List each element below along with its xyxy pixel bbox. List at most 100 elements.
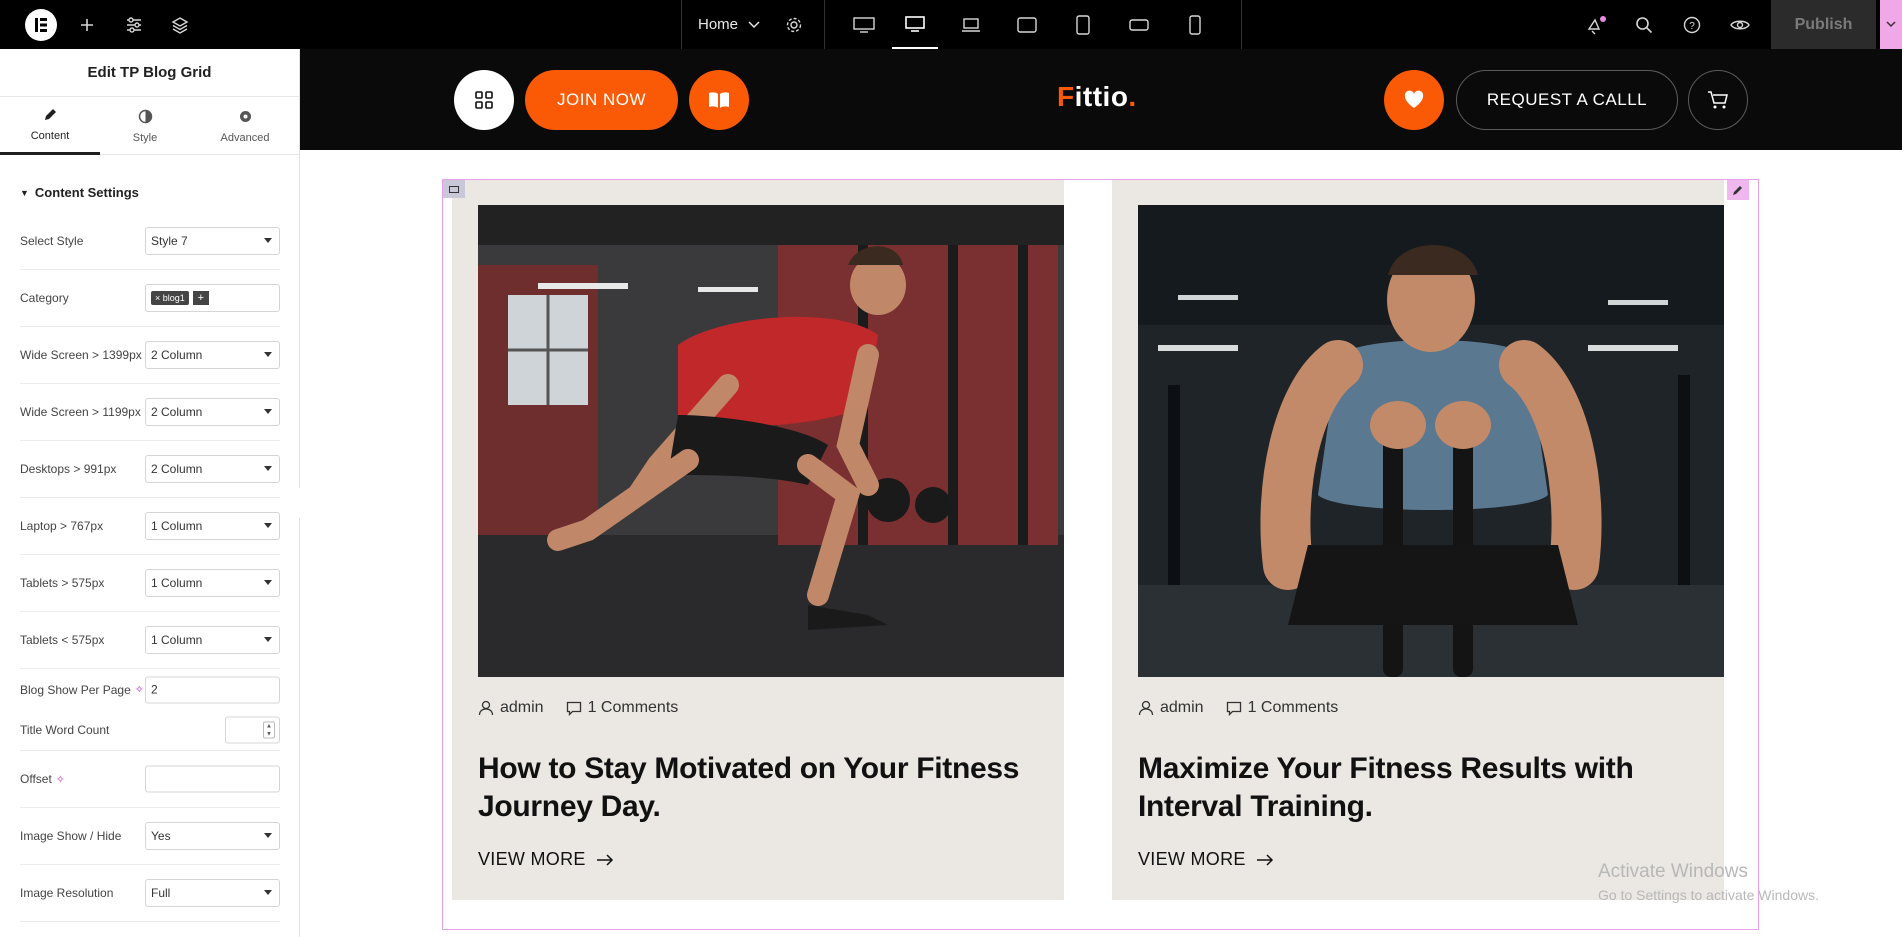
tab-advanced[interactable]: Advanced [195,97,295,155]
join-now-button[interactable]: JOIN NOW [525,70,678,130]
publish-options-chevron-icon[interactable] [1880,0,1902,49]
section-content-settings[interactable]: ▼ Content Settings [20,185,139,200]
control-label: Wide Screen > 1399px [20,348,142,362]
widget-drag-handle-icon[interactable] [443,180,465,198]
tablet-575-up-dropdown[interactable]: 1 Column [145,569,280,597]
edit-widget-pencil-icon[interactable] [1727,180,1749,200]
add-tag-icon[interactable]: + [192,291,209,305]
wide-1199-dropdown[interactable]: 2 Column [145,398,280,426]
search-icon[interactable] [1631,12,1657,38]
dynamic-tags-icon[interactable]: ✧ [135,683,144,696]
device-laptop-icon[interactable] [948,0,994,49]
select-style-dropdown[interactable]: Style 7 [145,227,280,255]
request-call-button[interactable]: REQUEST A CALLL [1456,70,1678,130]
spinner-arrows-icon[interactable]: ▲ ▼ [263,721,275,739]
tablet-575-down-dropdown[interactable]: 1 Column [145,626,280,654]
post-title[interactable]: Maximize Your Fitness Results with Inter… [1138,750,1708,826]
control-image-show: Image Show / Hide Yes [20,808,280,865]
blog-post-image[interactable] [478,205,1064,677]
dropdown-arrow-icon [264,238,272,243]
author-name: admin [500,699,544,716]
dynamic-tags-icon[interactable]: ✧ [56,773,65,786]
publish-button[interactable]: Publish [1771,0,1876,49]
select-value: 2 Column [151,348,203,362]
watermark-line2: Go to Settings to activate Windows. [1598,887,1819,903]
post-comments[interactable]: 1 Comments [566,699,678,717]
device-mobile-landscape-icon[interactable] [1116,0,1162,49]
control-label: Select Style [20,234,84,248]
tab-style[interactable]: Style [95,97,195,155]
tab-content-label: Content [30,129,70,142]
comment-icon [1226,701,1241,716]
post-comments[interactable]: 1 Comments [1226,699,1339,717]
user-icon [1138,700,1154,716]
select-value: 1 Column [151,633,203,647]
caret-down-icon: ▼ [20,187,29,198]
blog-card: admin 1 Comments Maximize Your Fitness R… [1112,180,1724,900]
laptop-767-dropdown[interactable]: 1 Column [145,512,280,540]
wide-1399-dropdown[interactable]: 2 Column [145,341,280,369]
view-more-link[interactable]: VIEW MORE [478,849,614,870]
control-label: Image Resolution [20,886,114,900]
book-icon[interactable] [689,70,749,130]
device-tablet-portrait-icon[interactable] [1060,0,1106,49]
page-settings-gear-icon[interactable] [781,12,807,38]
site-logo[interactable]: Fittio. [1057,81,1137,113]
blog-post-image[interactable] [1138,205,1724,677]
control-category: Category × blog1 + [20,270,280,327]
whats-new-icon[interactable] [1584,12,1610,38]
label-text: Offset [20,772,52,786]
post-meta: admin 1 Comments [1138,699,1360,717]
post-title[interactable]: How to Stay Motivated on Your Fitness Jo… [478,750,1048,826]
add-element-icon[interactable] [74,12,100,38]
heart-icon[interactable] [1384,70,1444,130]
select-value: Yes [151,829,171,843]
label-text: Blog Show Per Page [20,682,131,697]
elementor-logo-icon[interactable] [25,9,57,41]
help-icon[interactable]: ? [1679,12,1705,38]
control-offset: Offset ✧ [20,751,280,808]
select-value: 1 Column [151,576,203,590]
comments-count: 1 Comments [1247,699,1339,716]
dropdown-arrow-icon [264,580,272,585]
device-desktop-icon[interactable] [892,0,938,49]
tab-style-label: Style [132,131,158,144]
cart-icon[interactable] [1688,70,1748,130]
category-tag-input[interactable]: × blog1 + [145,284,280,312]
offset-input[interactable] [145,765,280,793]
responsive-device-switcher [826,0,1242,49]
widget-settings-panel: Edit TP Blog Grid Content Style Advanced… [0,49,300,937]
site-settings-icon[interactable] [121,12,147,38]
select-value: Style 7 [151,234,188,248]
comment-icon [566,701,581,716]
post-author[interactable]: admin [478,699,544,717]
arrow-right-icon [1256,853,1273,866]
control-label: Tablets > 575px [20,576,105,590]
title-word-count-stepper[interactable]: ▲ ▼ [225,716,280,744]
image-show-dropdown[interactable]: Yes [145,822,280,850]
control-label: Blog Show Per Page ✧ [20,683,144,697]
image-resolution-dropdown[interactable]: Full [145,879,280,907]
per-page-input[interactable]: 2 [145,676,280,703]
dropdown-arrow-icon [264,409,272,414]
control-label: Desktops > 991px [20,462,117,476]
grid-menu-icon[interactable] [454,70,514,130]
view-more-link[interactable]: VIEW MORE [1138,849,1274,870]
post-author[interactable]: admin [1138,699,1204,717]
device-mobile-portrait-icon[interactable] [1172,0,1218,49]
svg-text:?: ? [1689,21,1695,32]
category-tag[interactable]: × blog1 [151,291,189,305]
dropdown-arrow-icon [264,466,272,471]
desktop-991-dropdown[interactable]: 2 Column [145,455,280,483]
device-desktop-wide-icon[interactable] [841,0,887,49]
control-tablet-575-down: Tablets < 575px 1 Column [20,612,280,669]
tag-label: blog1 [162,293,185,303]
tab-content[interactable]: Content [0,97,100,155]
preview-eye-icon[interactable] [1727,12,1753,38]
device-tablet-landscape-icon[interactable] [1004,0,1050,49]
structure-layers-icon[interactable] [167,12,193,38]
control-label: Image Show / Hide [20,829,122,843]
windows-activation-watermark: Activate Windows Go to Settings to activ… [1598,861,1819,903]
arrow-right-icon [596,853,613,866]
control-laptop-767: Laptop > 767px 1 Column [20,498,280,555]
